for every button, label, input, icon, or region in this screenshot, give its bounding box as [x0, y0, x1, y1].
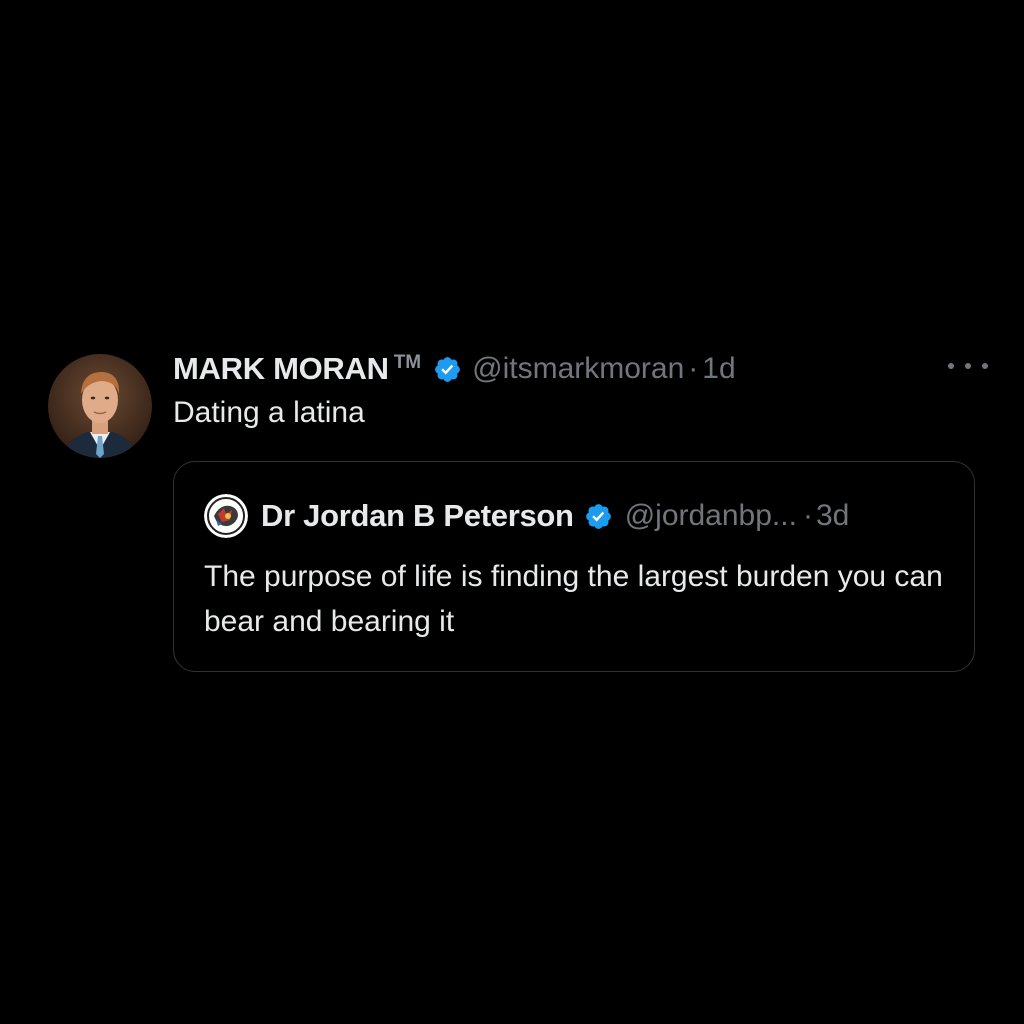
more-dot [948, 363, 954, 369]
verified-badge-icon [435, 356, 461, 382]
tweet-canvas: MARK MORAN TM @itsmarkmoran · 1d Dating … [0, 0, 1024, 1024]
avatar-photo-icon [48, 354, 152, 458]
separator-dot: · [802, 499, 813, 532]
more-dot [982, 363, 988, 369]
quoted-tweet-text: The purpose of life is finding the large… [204, 560, 943, 638]
more-dot [965, 363, 971, 369]
author-avatar[interactable] [48, 354, 152, 458]
quoted-tweet-header: Dr Jordan B Peterson @jordanbp... · 3d [204, 494, 849, 538]
tweet-text: Dating a latina [173, 396, 365, 429]
quoted-author-avatar[interactable] [204, 494, 248, 538]
quoted-tweet-timestamp[interactable]: 3d [816, 499, 849, 533]
quoted-author-display-name[interactable]: Dr Jordan B Peterson [261, 498, 574, 534]
separator-dot: · [688, 352, 699, 385]
tweet-timestamp[interactable]: 1d [702, 352, 735, 386]
trademark-label: TM [393, 352, 422, 373]
quoted-tweet-card[interactable]: Dr Jordan B Peterson @jordanbp... · 3d T… [173, 461, 975, 672]
verified-badge-icon [585, 503, 611, 529]
avatar-logo-icon [204, 494, 248, 538]
quoted-author-handle[interactable]: @jordanbp... [625, 499, 797, 533]
more-options-icon[interactable] [948, 356, 988, 376]
author-handle[interactable]: @itsmarkmoran [472, 352, 684, 386]
tweet-header: MARK MORAN TM @itsmarkmoran · 1d [173, 348, 988, 390]
author-display-name[interactable]: MARK MORAN [173, 351, 389, 387]
tweet-body: MARK MORAN TM @itsmarkmoran · 1d Dating … [173, 348, 988, 432]
